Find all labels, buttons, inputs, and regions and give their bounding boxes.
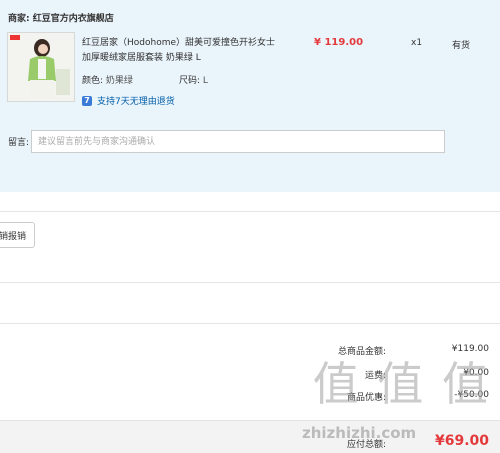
reimbursement-button[interactable]: 销报销 (0, 222, 35, 248)
merchant-row: 商家: 红豆官方内衣旗舰店 (8, 11, 114, 24)
section-divider (0, 211, 500, 212)
return-policy-text[interactable]: 支持7天无理由退货 (97, 94, 175, 107)
discount-value: -¥50.00 (454, 390, 489, 400)
section-divider (0, 282, 500, 283)
payable-total-label: 应付总额: (346, 440, 386, 450)
merchant-label: 商家: (8, 14, 30, 24)
freight-label: 运费: (364, 371, 386, 381)
color-label: 颜色: (82, 76, 104, 86)
product-title-link[interactable]: 红豆居家（Hodohome）甜美可爱撞色开衫女士加厚暖绒家居服套装 奶果绿 L (82, 36, 280, 66)
discount-row: 商品优惠: -¥50.00 (0, 390, 500, 404)
color-value: 奶果绿 (105, 76, 133, 86)
product-quantity: x1 (411, 38, 423, 48)
return-policy-icon: 7 (82, 95, 92, 106)
payable-total-value: ¥69.00 (434, 433, 489, 449)
payment-total-bar: 应付总额: ¥69.00 (0, 420, 500, 453)
stock-status: 有货 (452, 41, 471, 51)
goods-total-label: 总商品金额: (337, 347, 386, 357)
goods-total-value: ¥119.00 (451, 344, 489, 354)
goods-total-row: 总商品金额: ¥119.00 (0, 344, 500, 358)
note-label: 留言: (8, 138, 30, 148)
size-label: 尺码: (179, 76, 201, 86)
size-value: L (202, 76, 208, 86)
freight-value: ¥0.00 (463, 368, 489, 378)
product-price: ¥ 119.00 (314, 37, 364, 48)
size-attribute: 尺码: L (179, 73, 208, 86)
product-image-icon (8, 33, 74, 101)
order-item-panel: 商家: 红豆官方内衣旗舰店 红豆居家（Hodohome）甜美可爱撞色开衫女士加厚… (0, 0, 500, 192)
section-divider (0, 323, 500, 324)
freight-row: 运费: ¥0.00 (0, 368, 500, 382)
note-input[interactable] (31, 130, 445, 153)
color-attribute: 颜色: 奶果绿 (82, 73, 133, 86)
product-thumbnail[interactable] (7, 32, 75, 102)
discount-label: 商品优惠: (346, 393, 386, 403)
merchant-name[interactable]: 红豆官方内衣旗舰店 (33, 14, 114, 24)
return-policy[interactable]: 7 支持7天无理由退货 (82, 94, 175, 107)
